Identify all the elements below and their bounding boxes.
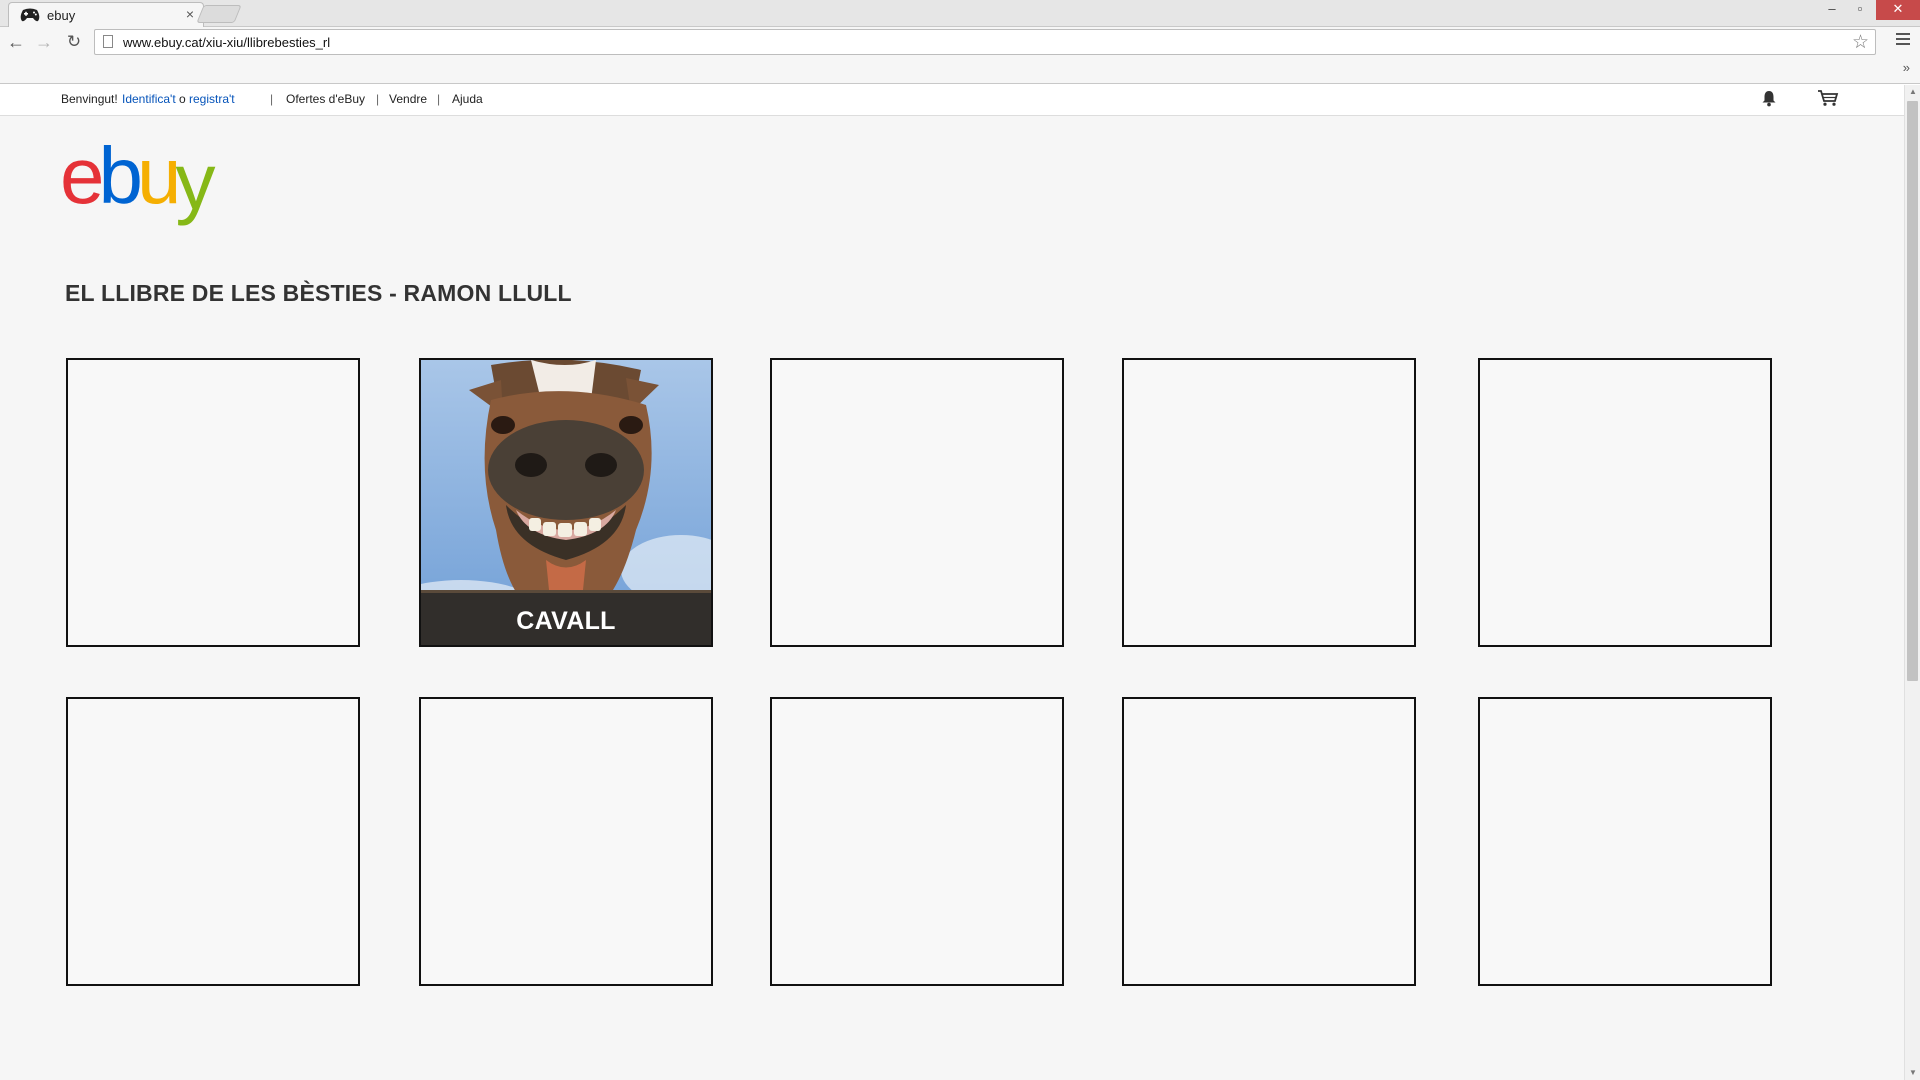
ebuy-logo[interactable]: ebuy — [60, 137, 240, 227]
animal-tile-1[interactable] — [66, 358, 360, 647]
reload-icon[interactable]: ↻ — [63, 31, 85, 53]
register-link[interactable]: registra't — [189, 92, 235, 106]
browser-toolbar: ← → ↻ www.ebuy.cat/xiu-xiu/llibrebesties… — [0, 27, 1920, 57]
tab-title: ebuy — [47, 8, 76, 23]
page-title: EL LLIBRE DE LES BÈSTIES - RAMON LLULL — [65, 280, 572, 306]
forward-arrow-icon[interactable]: → — [33, 31, 55, 53]
animal-tile-9[interactable] — [1122, 697, 1416, 986]
cart-icon[interactable] — [1817, 89, 1839, 107]
vertical-scrollbar[interactable]: ▲ ▼ — [1904, 85, 1920, 1080]
browser-tabstrip: ebuy × – ▫ ✕ — [0, 0, 1920, 28]
tab-close-icon[interactable]: × — [186, 6, 194, 22]
url-text[interactable]: www.ebuy.cat/xiu-xiu/llibrebesties_rl — [123, 35, 330, 50]
signin-link[interactable]: Identifica't — [122, 92, 176, 106]
menu-icon[interactable] — [1896, 33, 1910, 47]
animal-tile-6[interactable] — [66, 697, 360, 986]
animal-tile-3[interactable] — [770, 358, 1064, 647]
nav-separator: | — [270, 92, 274, 106]
svg-text:ebuy: ebuy — [60, 137, 216, 226]
bookmarks-bar: » — [0, 57, 1920, 84]
animal-tile-horse[interactable]: CAVALL — [419, 358, 713, 647]
back-arrow-icon[interactable]: ← — [5, 31, 27, 53]
nav-separator: | — [376, 92, 380, 106]
site-top-nav: Benvingut! Identifica't o registra't | O… — [0, 85, 1904, 116]
animal-tile-10[interactable] — [1478, 697, 1772, 986]
page-viewport: Benvingut! Identifica't o registra't | O… — [0, 85, 1904, 1080]
ebuy-logo-image: ebuy — [60, 137, 222, 226]
gamepad-icon — [20, 8, 40, 22]
minimize-button[interactable]: – — [1818, 0, 1846, 20]
address-bar[interactable]: www.ebuy.cat/xiu-xiu/llibrebesties_rl ☆ — [94, 29, 1876, 55]
star-icon[interactable]: ☆ — [1852, 31, 1869, 54]
scrollbar-thumb[interactable] — [1907, 101, 1918, 681]
maximize-button[interactable]: ▫ — [1846, 0, 1874, 20]
tile-caption: CAVALL — [421, 593, 711, 645]
page-icon — [103, 35, 113, 48]
or-text: o — [179, 92, 186, 106]
animal-tile-8[interactable] — [770, 697, 1064, 986]
greeting-text: Benvingut! — [61, 92, 118, 106]
animal-tile-7[interactable] — [419, 697, 713, 986]
animal-tile-5[interactable] — [1478, 358, 1772, 647]
bookmarks-overflow-chevron-icon[interactable]: » — [1903, 60, 1910, 75]
animal-tile-4[interactable] — [1122, 358, 1416, 647]
new-tab-button[interactable] — [196, 5, 242, 23]
close-window-button[interactable]: ✕ — [1876, 0, 1920, 20]
bell-icon[interactable] — [1761, 89, 1777, 107]
nav-link-help[interactable]: Ajuda — [452, 92, 483, 106]
nav-link-offers[interactable]: Ofertes d'eBuy — [286, 92, 365, 106]
nav-separator: | — [437, 92, 441, 106]
browser-tab[interactable]: ebuy × — [8, 2, 204, 28]
scroll-up-arrow-icon[interactable]: ▲ — [1905, 85, 1920, 99]
nav-link-sell[interactable]: Vendre — [389, 92, 427, 106]
scroll-down-arrow-icon[interactable]: ▼ — [1905, 1066, 1920, 1080]
